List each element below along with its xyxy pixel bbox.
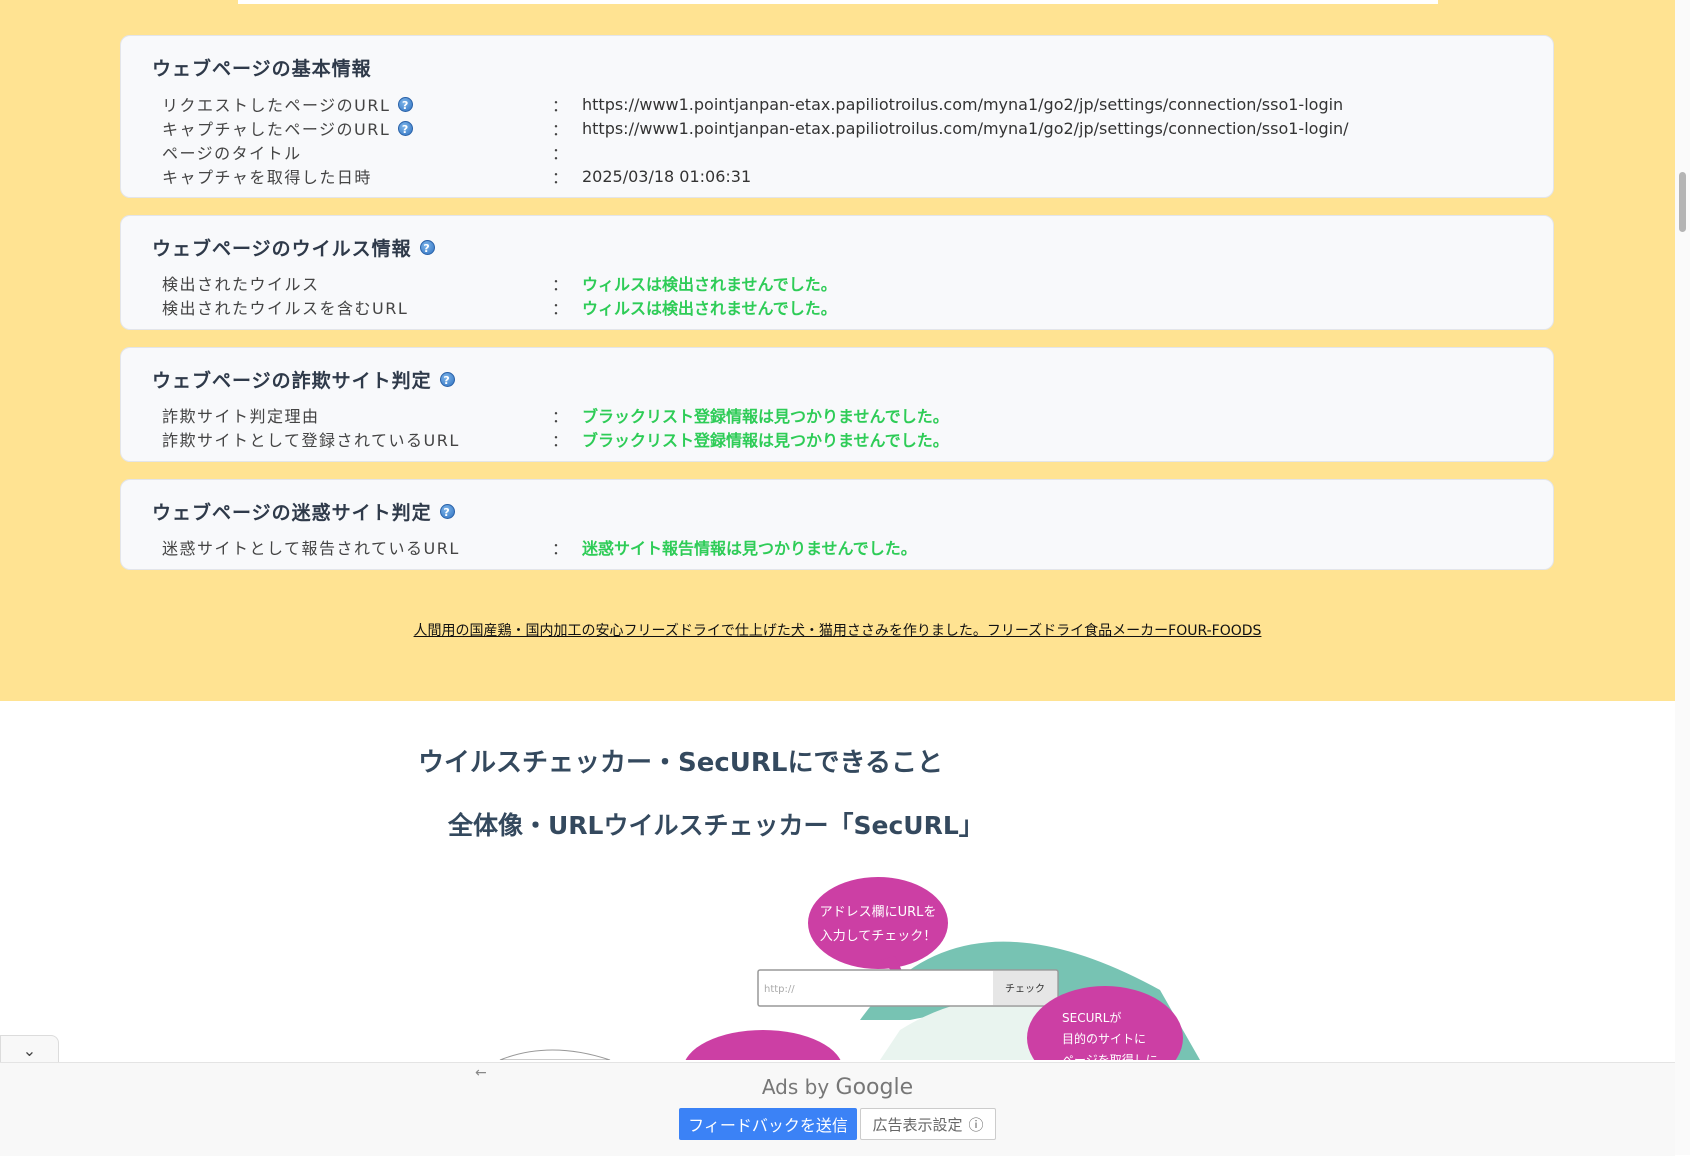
nuisance-info-card: ウェブページの迷惑サイト判定? 迷惑サイトとして報告されているURL ： 迷惑サ… xyxy=(120,479,1554,570)
requested-url-value: https://www1.pointjanpan-etax.papiliotro… xyxy=(582,94,1344,114)
captured-url-value: https://www1.pointjanpan-etax.papiliotro… xyxy=(582,118,1349,138)
check-button-label: チェック xyxy=(1005,983,1045,995)
basic-info-card: ウェブページの基本情報 リクエストしたページのURL? ： https://ww… xyxy=(120,35,1554,198)
ad-settings-button[interactable]: 広告表示設定 ⓘ xyxy=(860,1108,996,1140)
capture-date-label: キャプチャを取得した日時 xyxy=(162,168,372,187)
captured-url-label: キャプチャしたページのURL xyxy=(162,120,391,139)
colon: ： xyxy=(552,168,569,187)
basic-info-title: ウェブページの基本情報 xyxy=(152,58,372,80)
info-icon: ⓘ xyxy=(968,1115,984,1134)
help-icon[interactable]: ? xyxy=(398,96,414,112)
scrollbar-thumb[interactable] xyxy=(1679,172,1686,232)
colon: ： xyxy=(552,539,569,558)
bubble1-text-1: アドレス欄にURLを xyxy=(820,904,937,920)
fraud-reason-value: ブラックリスト登録情報は見つかりませんでした。 xyxy=(582,407,949,426)
help-icon[interactable]: ? xyxy=(439,372,455,387)
virus-info-card: ウェブページのウイルス情報? 検出されたウイルス ： ウィルスは検出されませんで… xyxy=(120,215,1554,330)
section-subheading: 全体像・URLウイルスチェッカー「SecURL」 xyxy=(448,811,984,840)
colon: ： xyxy=(552,120,569,139)
virus-url-label: 検出されたウイルスを含むURL xyxy=(162,299,409,318)
page-title-label: ページのタイトル xyxy=(162,144,302,163)
colon: ： xyxy=(552,299,569,318)
capture-date-value: 2025/03/18 01:06:31 xyxy=(582,166,752,186)
help-icon[interactable]: ? xyxy=(419,240,435,255)
fraud-url-row: 詐欺サイトとして登録されているURL ： ブラックリスト登録情報は見つかりません… xyxy=(162,427,1553,451)
bubble2-text-1: SECURLが xyxy=(1062,1010,1121,1025)
sponsor-link[interactable]: 人間用の国産鶏・国内加工の安心フリーズドライで仕上げた犬・猫用ささみを作りました… xyxy=(0,620,1675,640)
cloud-outline xyxy=(499,1049,611,1060)
ads-by-google: Ads by Google xyxy=(0,1075,1675,1100)
bubble1-text-2: 入力してチェック！ xyxy=(820,929,937,944)
colon: ： xyxy=(552,96,569,115)
nuisance-url-row: 迷惑サイトとして報告されているURL ： 迷惑サイト報告情報は見つかりませんでし… xyxy=(162,535,1553,559)
ads-by-label: Ads by xyxy=(761,1075,830,1099)
virus-url-value: ウィルスは検出されませんでした。 xyxy=(582,299,837,318)
fraud-url-label: 詐欺サイトとして登録されているURL xyxy=(162,431,460,450)
capture-date-row: キャプチャを取得した日時 ： 2025/03/18 01:06:31 xyxy=(162,164,1553,188)
section-heading: ウイルスチェッカー・SecURLにできること xyxy=(418,748,943,778)
bubble2-text-2: 目的のサイトに xyxy=(1062,1031,1146,1046)
nuisance-url-label: 迷惑サイトとして報告されているURL xyxy=(162,539,460,558)
nuisance-url-value: 迷惑サイト報告情報は見つかりませんでした。 xyxy=(582,539,917,558)
page-title-row: ページのタイトル ： xyxy=(162,140,1553,164)
fraud-info-title: ウェブページの詐欺サイト判定? xyxy=(152,366,455,393)
top-panel-edge xyxy=(238,0,1438,4)
overview-illustration: アドレス欄にURLを 入力してチェック！ http:// チェック SECURL… xyxy=(440,860,1240,1060)
fraud-info-card: ウェブページの詐欺サイト判定? 詐欺サイト判定理由 ： ブラックリスト登録情報は… xyxy=(120,347,1554,462)
virus-info-title: ウェブページのウイルス情報? xyxy=(152,234,435,261)
illustration-svg: アドレス欄にURLを 入力してチェック！ http:// チェック SECURL… xyxy=(499,877,1200,1060)
colon: ： xyxy=(552,407,569,426)
chevron-down-icon: ⌄ xyxy=(22,1040,37,1060)
colon: ： xyxy=(552,431,569,450)
google-wordmark: Google xyxy=(835,1075,914,1100)
help-icon[interactable]: ? xyxy=(398,120,414,136)
requested-url-label: リクエストしたページのURL xyxy=(162,96,391,115)
detected-virus-label: 検出されたウイルス xyxy=(162,275,320,294)
magenta-bubble-left xyxy=(685,1030,841,1060)
detected-virus-value: ウィルスは検出されませんでした。 xyxy=(582,275,837,294)
help-icon[interactable]: ? xyxy=(439,504,455,519)
virus-url-row: 検出されたウイルスを含むURL ： ウィルスは検出されませんでした。 xyxy=(162,295,1553,319)
requested-url-row: リクエストしたページのURL? ： https://www1.pointjanp… xyxy=(162,92,1553,116)
colon: ： xyxy=(552,144,569,163)
nuisance-info-title: ウェブページの迷惑サイト判定? xyxy=(152,498,455,525)
fraud-reason-label: 詐欺サイト判定理由 xyxy=(162,407,320,426)
magenta-bubble-top xyxy=(808,877,948,969)
colon: ： xyxy=(552,275,569,294)
ad-settings-label: 広告表示設定 xyxy=(872,1115,963,1134)
send-feedback-button[interactable]: フィードバックを送信 xyxy=(679,1108,857,1140)
detected-virus-row: 検出されたウイルス ： ウィルスは検出されませんでした。 xyxy=(162,271,1553,295)
url-input-placeholder: http:// xyxy=(764,984,795,995)
ad-collapse-button[interactable]: ⌄ xyxy=(0,1035,59,1064)
fraud-url-value: ブラックリスト登録情報は見つかりませんでした。 xyxy=(582,431,949,450)
captured-url-row: キャプチャしたページのURL? ： https://www1.pointjanp… xyxy=(162,116,1553,140)
fraud-reason-row: 詐欺サイト判定理由 ： ブラックリスト登録情報は見つかりませんでした。 xyxy=(162,403,1553,427)
bubble2-text-3: ページを取得しに xyxy=(1062,1052,1158,1060)
